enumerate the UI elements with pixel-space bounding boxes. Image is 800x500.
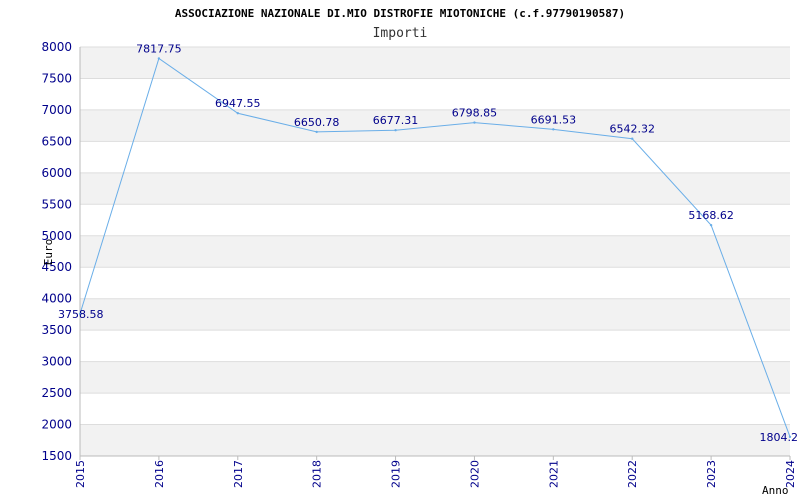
data-label: 3758.58 [58,308,104,321]
y-axis-label: Euro [42,239,55,266]
grid-band [80,298,790,331]
grid-band [80,361,790,394]
y-tick-label: 6000 [41,166,72,180]
data-label: 6691.53 [531,113,577,126]
grid-band [80,109,790,142]
x-tick-label: 2015 [74,460,87,488]
y-tick-label: 4000 [41,292,72,306]
y-tick-label: 5500 [41,197,72,211]
data-point [473,121,476,124]
x-tick-label: 2018 [311,460,324,488]
data-label: 1804.2 [760,431,799,444]
x-tick-label: 2017 [232,460,245,488]
data-point [631,137,634,140]
grid-band [80,424,790,456]
data-label: 6947.55 [215,97,261,110]
y-tick-label: 2000 [41,418,72,432]
data-label: 5168.62 [688,209,734,222]
y-tick-label: 3000 [41,355,72,369]
data-label: 6677.31 [373,114,419,127]
x-tick-label: 2021 [547,460,560,488]
y-tick-label: 8000 [41,40,72,54]
y-tick-label: 6500 [41,134,72,148]
data-label: 6650.78 [294,116,340,129]
x-axis-ticks: 2015 2016 2017 2018 2019 2020 2021 2022 2023 2024 [74,460,797,488]
x-axis-label: Anno [762,484,789,497]
data-point [315,130,318,134]
data-point [157,57,161,60]
line-chart: ASSOCIAZIONE NAZIONALE DI.MIO DISTROFIE … [41,7,799,497]
grid-bands [80,47,790,456]
grid-band [80,172,790,205]
x-tick-label: 2022 [626,460,639,488]
x-tick-label: 2020 [468,460,481,488]
data-point [394,129,397,132]
data-point [709,223,713,227]
x-tick-label: 2019 [390,460,403,488]
y-tick-label: 7500 [41,71,72,85]
y-tick-label: 3500 [41,323,72,337]
x-tick-label: 2023 [705,460,718,488]
data-point [552,128,555,131]
y-tick-label: 2500 [41,386,72,400]
chart-subtitle: Importi [373,26,428,41]
data-point [236,112,239,115]
data-label: 7817.75 [136,42,182,55]
y-tick-label: 1500 [41,449,72,463]
x-tick-label: 2016 [153,460,166,488]
data-label: 6798.85 [452,107,498,120]
y-tick-label: 7000 [41,103,72,117]
grid-band [80,47,790,79]
data-label: 6542.32 [609,123,655,136]
grid-band [80,235,790,268]
chart-title: ASSOCIAZIONE NAZIONALE DI.MIO DISTROFIE … [175,7,625,20]
